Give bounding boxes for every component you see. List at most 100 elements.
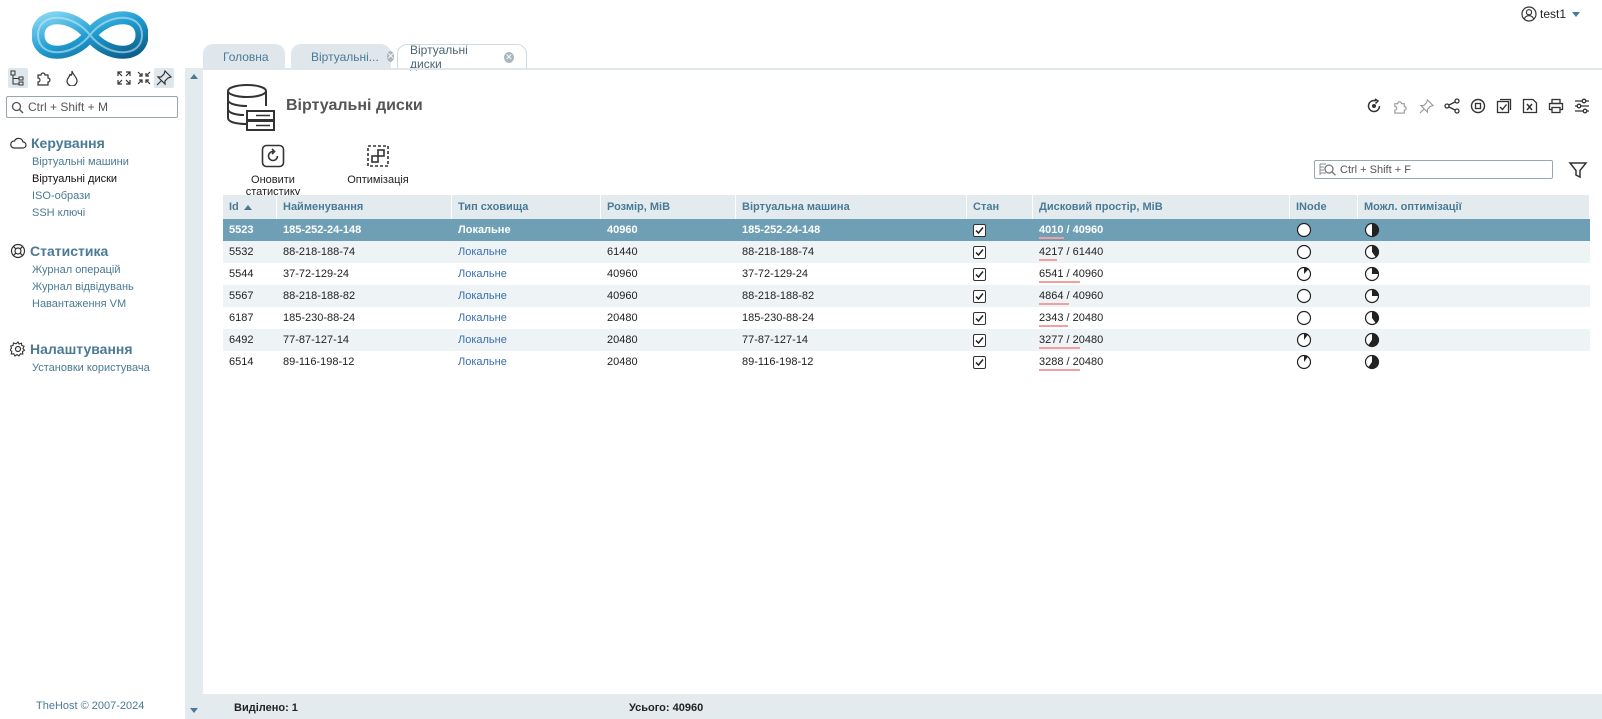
collapse-icon[interactable] bbox=[134, 68, 154, 88]
sidebar-item-vm-load[interactable]: Навантаження VM bbox=[32, 296, 134, 313]
cell-id: 6187 bbox=[229, 312, 254, 324]
sidebar-scrollbar[interactable] bbox=[185, 68, 203, 719]
cell-storage-link[interactable]: Локальне bbox=[458, 246, 507, 258]
sidebar-item-iso-images[interactable]: ISO-образи bbox=[32, 188, 129, 205]
table-cell: 20480 bbox=[601, 351, 736, 373]
stop-icon[interactable] bbox=[1468, 96, 1488, 116]
optimization-pie-icon bbox=[1364, 354, 1380, 370]
pin-icon[interactable] bbox=[154, 68, 174, 88]
pin-icon[interactable] bbox=[1416, 96, 1436, 116]
nav-group-header[interactable]: Керування bbox=[10, 132, 129, 154]
tab-label: Головна bbox=[223, 49, 269, 64]
tab-home[interactable]: Головна bbox=[203, 44, 285, 69]
select-all-icon[interactable] bbox=[1494, 96, 1514, 116]
table-cell: Локальне bbox=[452, 351, 601, 373]
sidebar-search-input[interactable] bbox=[28, 100, 168, 114]
table-body: 5523 185-252-24-148 Локальне 40960 185-252-2… bbox=[223, 219, 1590, 373]
table-row[interactable]: 5523 185-252-24-148 Локальне 40960 185-252-2… bbox=[223, 219, 1590, 241]
print-icon[interactable] bbox=[1546, 96, 1566, 116]
filter-icon[interactable] bbox=[1568, 160, 1588, 180]
column-header-vm[interactable]: Віртуальна машина bbox=[736, 195, 967, 219]
sidebar-search[interactable] bbox=[6, 96, 178, 118]
user-icon bbox=[1521, 6, 1537, 22]
table-cell: 20480 bbox=[601, 329, 736, 351]
column-header-optimization[interactable]: Можл. оптимізації bbox=[1358, 195, 1590, 219]
column-header-storage[interactable]: Тип сховища bbox=[452, 195, 601, 219]
disk-usage-bar bbox=[1039, 303, 1069, 305]
table-cell: 40960 bbox=[601, 285, 736, 307]
table-row[interactable]: 5532 88-218-188-74 Локальне 61440 88-218-188… bbox=[223, 241, 1590, 263]
fire-icon[interactable] bbox=[62, 68, 82, 88]
filter-input[interactable] bbox=[1340, 163, 1540, 176]
sidebar-item-visits-log[interactable]: Журнал відвідувань bbox=[32, 279, 134, 296]
cell-vm: 185-252-24-148 bbox=[742, 224, 821, 236]
puzzle-icon[interactable] bbox=[1390, 96, 1410, 116]
disk-usage-bar bbox=[1039, 259, 1057, 261]
puzzle-icon[interactable] bbox=[34, 68, 54, 88]
cell-storage-link[interactable]: Локальне bbox=[458, 312, 507, 324]
table-cell bbox=[1358, 307, 1590, 329]
tab-virtual-machines[interactable]: Віртуальні... ✕ bbox=[291, 44, 395, 69]
cell-id: 6492 bbox=[229, 334, 254, 346]
column-header-name[interactable]: Найменування bbox=[277, 195, 452, 219]
optimize-button[interactable]: Оптимізація bbox=[343, 144, 413, 186]
filter-search[interactable] bbox=[1314, 160, 1553, 179]
cell-vm: 88-218-188-74 bbox=[742, 246, 815, 258]
gear-icon bbox=[10, 341, 26, 357]
sidebar-item-virtual-disks[interactable]: Віртуальні диски bbox=[32, 171, 129, 188]
nav-group-header[interactable]: Статистика bbox=[10, 240, 134, 262]
column-header-inode[interactable]: INode bbox=[1290, 195, 1358, 219]
sidebar-item-virtual-machines[interactable]: Віртуальні машини bbox=[32, 154, 129, 171]
cell-storage-link[interactable]: Локальне bbox=[458, 334, 507, 346]
share-icon[interactable] bbox=[1442, 96, 1462, 116]
close-icon[interactable]: ✕ bbox=[386, 51, 395, 62]
table-cell: 5544 bbox=[223, 263, 277, 285]
inode-pie-icon bbox=[1296, 354, 1312, 370]
cell-id: 6514 bbox=[229, 356, 254, 368]
table-cell: 37-72-129-24 bbox=[736, 263, 967, 285]
status-check-icon bbox=[973, 333, 986, 347]
cell-storage-link[interactable]: Локальне bbox=[458, 224, 511, 236]
optimize-icon bbox=[367, 145, 389, 167]
nav-group-header[interactable]: Налаштування bbox=[10, 338, 150, 360]
column-header-size[interactable]: Розмір, MiB bbox=[601, 195, 736, 219]
cell-storage-link[interactable]: Локальне bbox=[458, 268, 507, 280]
close-icon[interactable]: ✕ bbox=[503, 51, 514, 63]
tab-virtual-disks[interactable]: Віртуальні диски ✕ bbox=[397, 43, 527, 71]
cell-storage-link[interactable]: Локальне bbox=[458, 290, 507, 302]
table-row[interactable]: 5567 88-218-188-82 Локальне 40960 88-218-188… bbox=[223, 285, 1590, 307]
cell-disk-usage: 4217 / 61440 bbox=[1039, 246, 1103, 261]
cell-id: 5567 bbox=[229, 290, 254, 302]
user-menu[interactable]: test1 bbox=[1521, 6, 1580, 22]
table-row[interactable]: 6492 77-87-127-14 Локальне 20480 77-87-127-1… bbox=[223, 329, 1590, 351]
cell-name: 37-72-129-24 bbox=[283, 268, 350, 280]
table-cell: 61440 bbox=[601, 241, 736, 263]
settings-sliders-icon[interactable] bbox=[1572, 96, 1592, 116]
table-cell: 77-87-127-14 bbox=[277, 329, 452, 351]
disk-used: 6541 bbox=[1039, 268, 1064, 280]
table-cell bbox=[967, 285, 1033, 307]
sidebar-item-operations-log[interactable]: Журнал операцій bbox=[32, 262, 134, 279]
nav-group-management: Керування Віртуальні машини Віртуальні д… bbox=[10, 132, 129, 222]
table-cell bbox=[1290, 307, 1358, 329]
excel-export-icon[interactable] bbox=[1520, 96, 1540, 116]
column-header-disk-space[interactable]: Дисковий простір, MiB bbox=[1033, 195, 1290, 219]
refresh-icon[interactable] bbox=[1364, 96, 1384, 116]
tree-view-icon[interactable] bbox=[8, 68, 28, 88]
sidebar: Керування Віртуальні машини Віртуальні д… bbox=[0, 0, 185, 719]
column-header-status[interactable]: Стан bbox=[967, 195, 1033, 219]
disk-total: 40960 bbox=[1072, 224, 1104, 236]
refresh-stats-button[interactable]: Оновити статистику bbox=[223, 144, 323, 198]
cell-vm: 77-87-127-14 bbox=[742, 334, 809, 346]
scroll-down-arrow-icon[interactable] bbox=[190, 708, 198, 713]
column-header-id[interactable]: Id bbox=[223, 195, 277, 219]
sidebar-item-ssh-keys[interactable]: SSH ключі bbox=[32, 205, 129, 222]
table-row[interactable]: 5544 37-72-129-24 Локальне 40960 37-72-129-2… bbox=[223, 263, 1590, 285]
expand-icon[interactable] bbox=[114, 68, 134, 88]
scroll-up-arrow-icon[interactable] bbox=[190, 74, 198, 79]
table-row[interactable]: 6187 185-230-88-24 Локальне 20480 185-230-88… bbox=[223, 307, 1590, 329]
cell-storage-link[interactable]: Локальне bbox=[458, 356, 507, 368]
table-row[interactable]: 6514 89-116-198-12 Локальне 20480 89-116-198… bbox=[223, 351, 1590, 373]
table-cell: 88-218-188-74 bbox=[736, 241, 967, 263]
sidebar-item-user-settings[interactable]: Установки користувача bbox=[32, 360, 150, 377]
